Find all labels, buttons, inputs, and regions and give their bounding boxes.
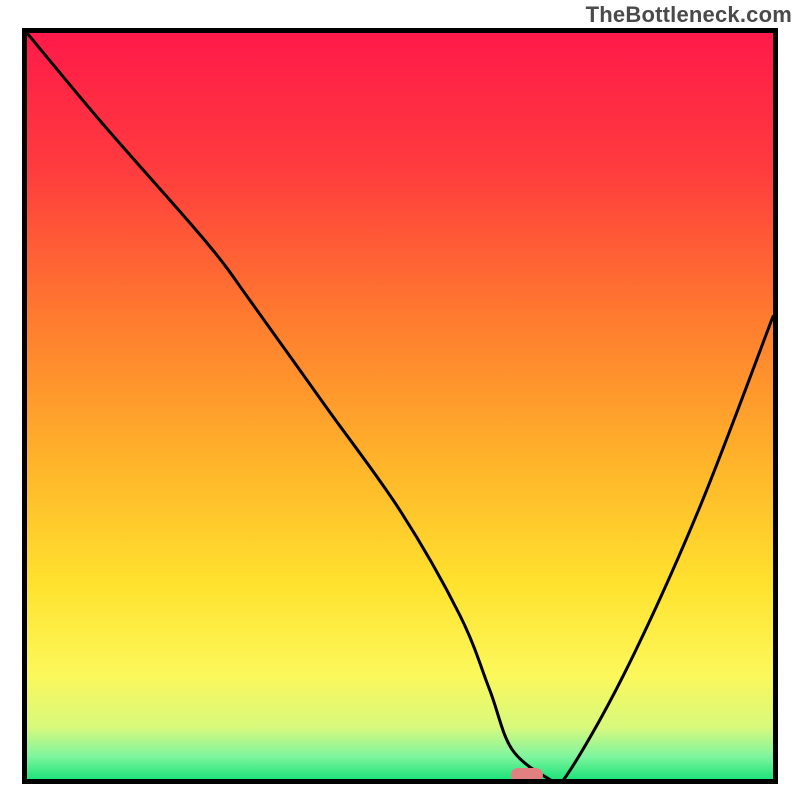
- plot-area: [22, 28, 778, 784]
- watermark-text: TheBottleneck.com: [586, 2, 792, 28]
- optimal-marker: [511, 768, 543, 782]
- bottleneck-curve: [27, 33, 773, 779]
- chart-container: TheBottleneck.com: [0, 0, 800, 800]
